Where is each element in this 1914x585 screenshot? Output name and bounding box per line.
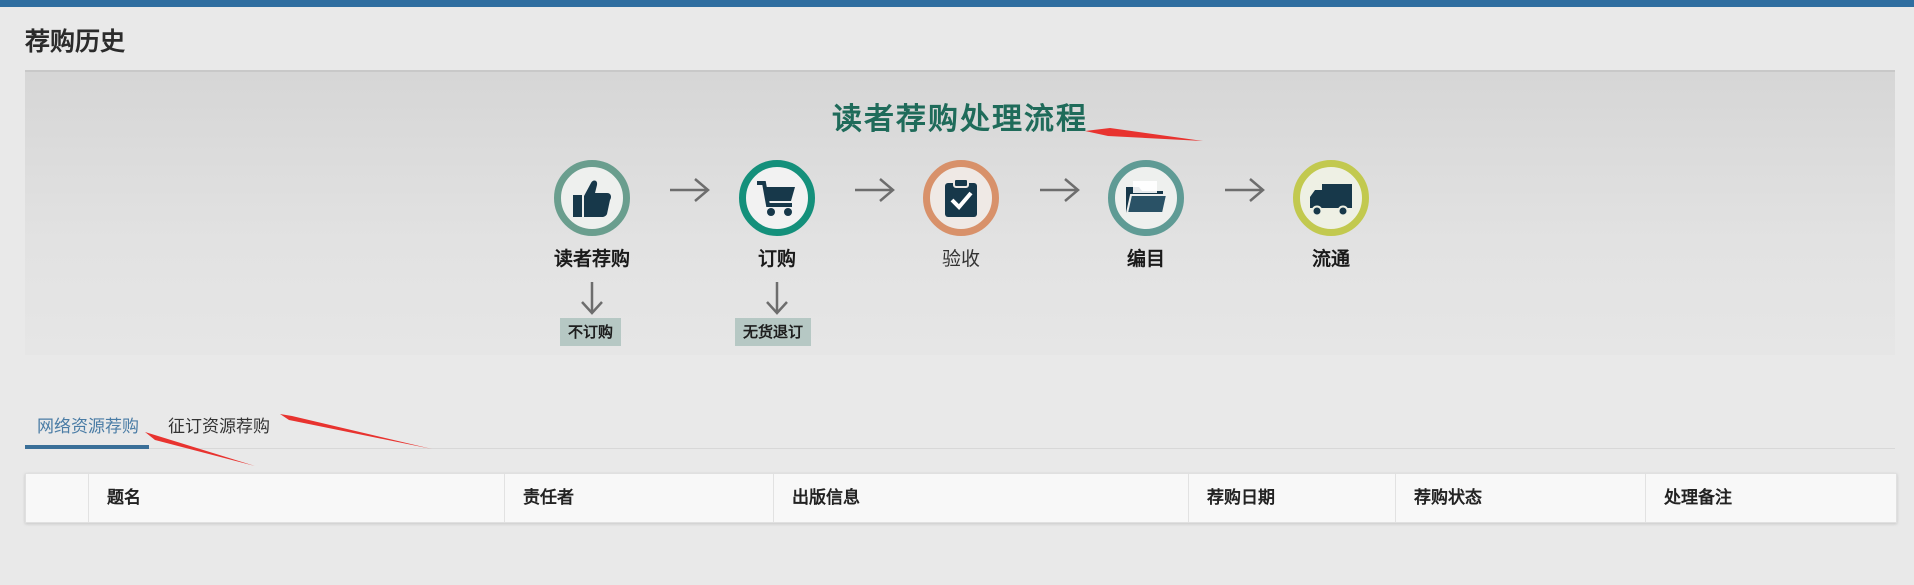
annotation-arrow (145, 432, 255, 466)
annotation-arrow (280, 414, 432, 449)
annotation-arrows (145, 128, 1203, 466)
annotation-arrow (1085, 128, 1203, 141)
